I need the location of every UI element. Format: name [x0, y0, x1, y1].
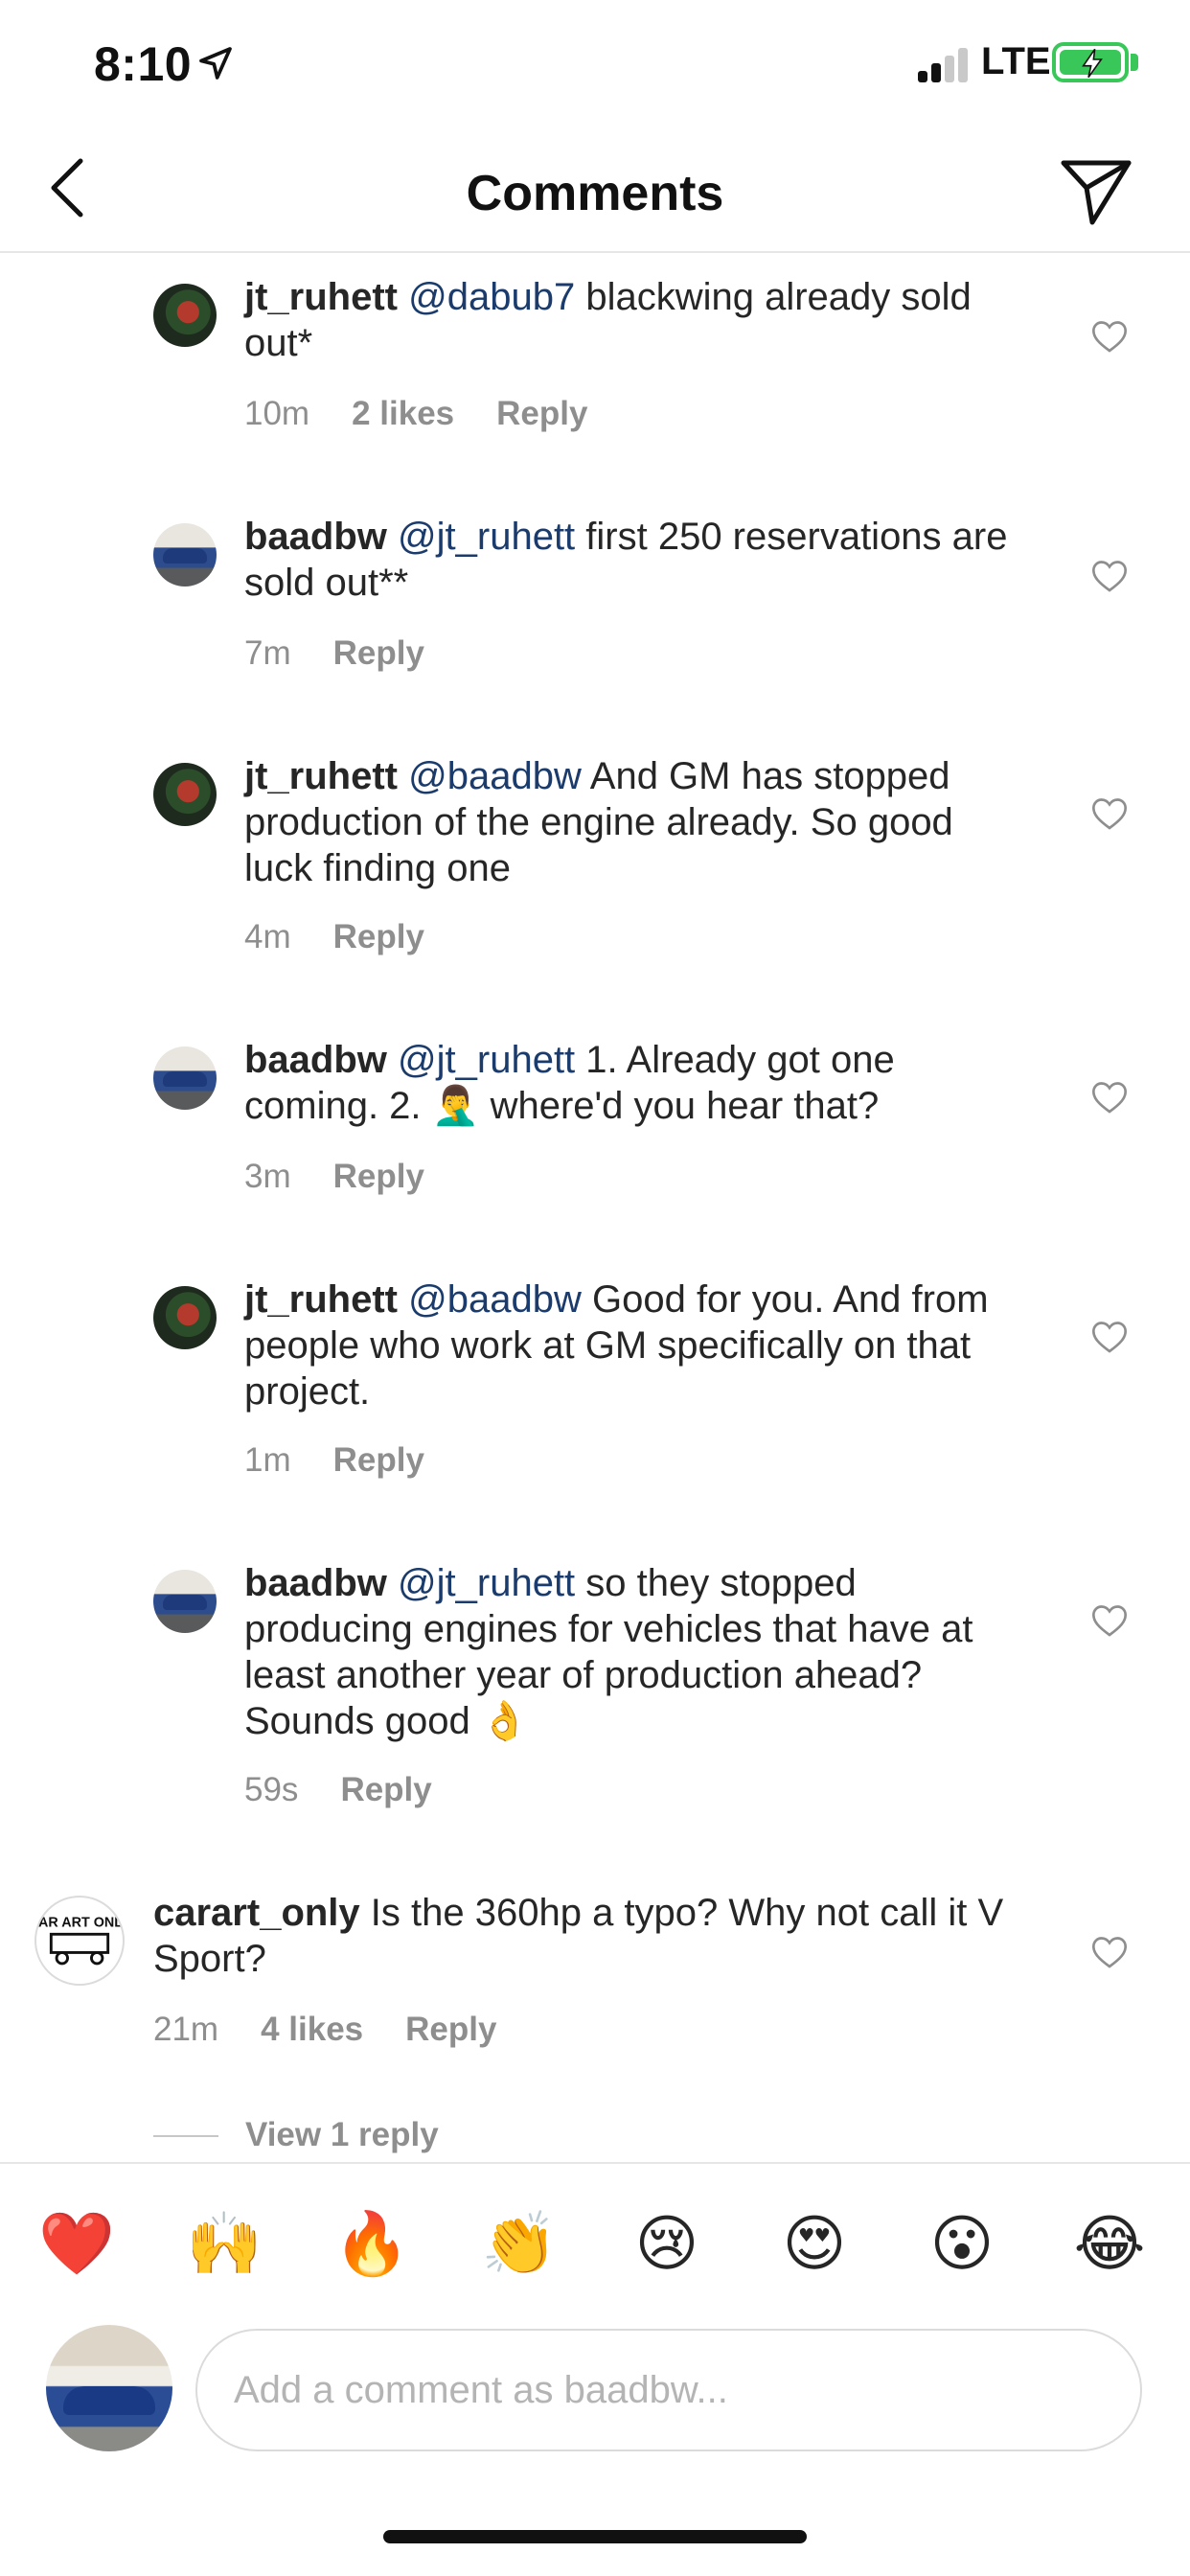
comment-mention[interactable]: @dabub7: [408, 276, 575, 318]
emoji-laughing[interactable]: 😂: [1071, 2206, 1148, 2283]
comment-text: baadbw @jt_ruhett 1. Already got one com…: [244, 1037, 1030, 1129]
comment-mention[interactable]: @baadbw: [408, 755, 582, 797]
emoji-surprised[interactable]: 😮: [924, 2206, 1000, 2283]
comment-reply: jt_ruhett @dabub7 blackwing already sold…: [0, 255, 1190, 494]
comment-time: 59s: [244, 1771, 299, 1808]
logo-text: CAR ART ONLY: [36, 1916, 123, 1931]
location-arrow-icon: [199, 47, 232, 80]
comment-meta: 4m Reply: [244, 918, 467, 956]
comment-text: carart_only Is the 360hp a typo? Why not…: [153, 1890, 1016, 1982]
comment-reply: baadbw @jt_ruhett first 250 reservations…: [0, 494, 1190, 734]
avatar[interactable]: [153, 1570, 217, 1633]
emoji-raised-hands[interactable]: 🙌: [186, 2206, 263, 2283]
battery-icon: [1052, 42, 1129, 82]
car-art-logo-icon: CAR ART ONLY: [36, 1916, 123, 1966]
comment-mention[interactable]: @jt_ruhett: [398, 1562, 575, 1604]
avatar[interactable]: [153, 1286, 217, 1349]
avatar[interactable]: [153, 523, 217, 586]
signal-strength-icon: [918, 46, 970, 82]
reply-button[interactable]: Reply: [333, 918, 424, 955]
comment-username[interactable]: baadbw: [244, 1562, 387, 1604]
comment-text: baadbw @jt_ruhett so they stopped produc…: [244, 1560, 1030, 1744]
comment-composer: [0, 2317, 1190, 2488]
comment-likes[interactable]: 4 likes: [261, 2011, 363, 2048]
comment-likes[interactable]: 2 likes: [352, 395, 454, 432]
view-replies-divider: [153, 2135, 218, 2137]
comment-text: baadbw @jt_ruhett first 250 reservations…: [244, 514, 1030, 606]
comment-text: jt_ruhett @baadbw Good for you. And from…: [244, 1276, 1030, 1414]
comment-meta: 7m Reply: [244, 634, 467, 673]
comment-time: 21m: [153, 2011, 219, 2048]
emoji-crying[interactable]: 😢: [629, 2206, 705, 2283]
heart-icon[interactable]: [1090, 1602, 1129, 1639]
heart-icon[interactable]: [1090, 795, 1129, 832]
heart-icon[interactable]: [1090, 558, 1129, 594]
comment-reply: jt_ruhett @baadbw And GM has stopped pro…: [0, 734, 1190, 1018]
comment-username[interactable]: jt_ruhett: [244, 276, 398, 318]
emoji-fire[interactable]: 🔥: [333, 2206, 410, 2283]
comment-mention[interactable]: @jt_ruhett: [398, 1039, 575, 1081]
comment-username[interactable]: jt_ruhett: [244, 1278, 398, 1321]
comment-text: jt_ruhett @dabub7 blackwing already sold…: [244, 274, 1030, 366]
comment-meta: 21m 4 likes Reply: [153, 2011, 538, 2049]
comment-username[interactable]: carart_only: [153, 1892, 360, 1934]
heart-icon[interactable]: [1090, 1934, 1129, 1970]
heart-icon[interactable]: [1090, 318, 1129, 355]
comment-time: 3m: [244, 1158, 291, 1195]
comments-screen: 8:10 LTE Comments jt_ruhett @dabub7 blac…: [0, 0, 1190, 2576]
comment-time: 10m: [244, 395, 310, 432]
comments-list: jt_ruhett @dabub7 blackwing already sold…: [0, 255, 1190, 2162]
view-replies-label: View 1 reply: [245, 2116, 439, 2153]
battery-cap: [1131, 54, 1138, 71]
comment-meta: 59s Reply: [244, 1771, 474, 1809]
comment-time: 1m: [244, 1441, 291, 1479]
reply-button[interactable]: Reply: [496, 395, 587, 432]
comment-text: jt_ruhett @baadbw And GM has stopped pro…: [244, 753, 1030, 891]
comment-meta: 3m Reply: [244, 1158, 467, 1196]
comment-meta: 1m Reply: [244, 1441, 467, 1480]
emoji-heart-eyes[interactable]: 😍: [776, 2206, 853, 2283]
heart-icon[interactable]: [1090, 1319, 1129, 1355]
direct-message-icon[interactable]: [1058, 155, 1134, 228]
home-indicator[interactable]: [383, 2530, 807, 2543]
reply-button[interactable]: Reply: [333, 1158, 424, 1195]
comment-top-level: CAR ART ONLY carart_only Is the 360hp a …: [0, 1871, 1190, 2110]
reply-button[interactable]: Reply: [333, 1441, 424, 1479]
emoji-clap[interactable]: 👏: [481, 2206, 558, 2283]
reply-button[interactable]: Reply: [405, 2011, 496, 2048]
comment-reply: jt_ruhett @baadbw Good for you. And from…: [0, 1257, 1190, 1541]
avatar[interactable]: [153, 1046, 217, 1110]
reply-button[interactable]: Reply: [340, 1771, 431, 1808]
comment-username[interactable]: baadbw: [244, 1039, 387, 1081]
avatar[interactable]: [153, 763, 217, 826]
status-time: 8:10: [94, 37, 193, 91]
comment-username[interactable]: jt_ruhett: [244, 755, 398, 797]
page-title: Comments: [466, 166, 724, 221]
avatar[interactable]: CAR ART ONLY: [34, 1896, 125, 1986]
my-avatar: [46, 2325, 172, 2451]
status-bar: 8:10 LTE: [0, 0, 1190, 126]
emoji-heart[interactable]: ❤️: [38, 2206, 115, 2283]
comment-time: 7m: [244, 634, 291, 672]
comment-mention[interactable]: @baadbw: [408, 1278, 582, 1321]
avatar[interactable]: [153, 284, 217, 347]
comment-reply: baadbw @jt_ruhett 1. Already got one com…: [0, 1018, 1190, 1257]
heart-icon[interactable]: [1090, 1079, 1129, 1116]
comment-mention[interactable]: @jt_ruhett: [398, 516, 575, 558]
comment-username[interactable]: baadbw: [244, 516, 387, 558]
comment-input[interactable]: [195, 2329, 1142, 2451]
comment-meta: 10m 2 likes Reply: [244, 395, 629, 433]
comment-time: 4m: [244, 918, 291, 955]
emoji-bar: ❤️ 🙌 🔥 👏 😢 😍 😮 😂: [0, 2162, 1190, 2317]
network-type: LTE: [981, 40, 1051, 82]
comment-reply: baadbw @jt_ruhett so they stopped produc…: [0, 1541, 1190, 1871]
header: Comments: [0, 126, 1190, 253]
reply-button[interactable]: Reply: [333, 634, 424, 672]
